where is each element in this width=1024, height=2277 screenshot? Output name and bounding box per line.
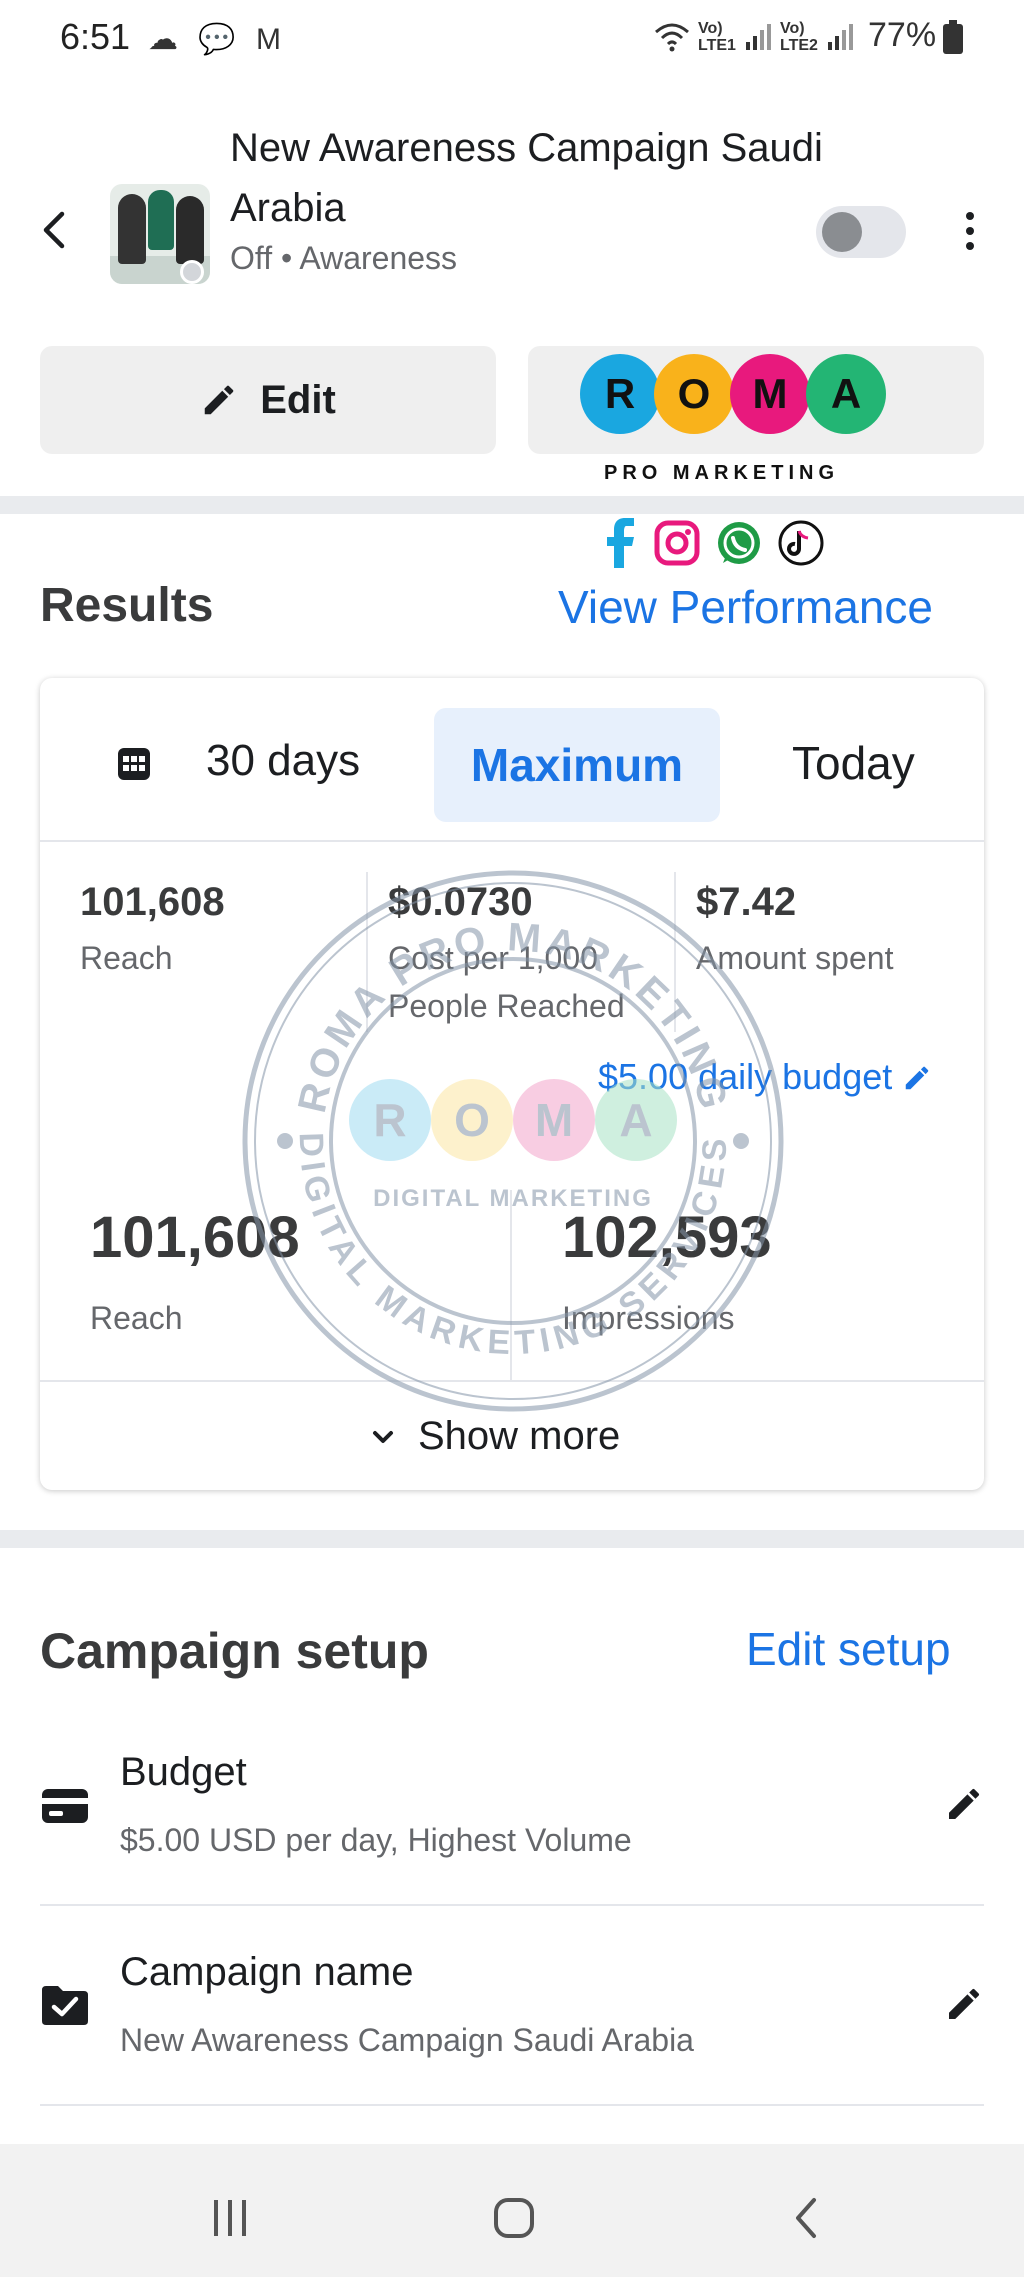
metric-reach-label: Reach — [80, 940, 173, 976]
calendar-grid-icon[interactable] — [114, 744, 154, 784]
signal-icon-1 — [744, 22, 774, 57]
campaign-setup-title: Campaign setup — [40, 1623, 429, 1679]
big-reach-label: Reach — [90, 1300, 183, 1336]
battery-percent: 77% — [868, 16, 937, 54]
tiktok-icon — [776, 516, 826, 570]
big-reach-value: 101,608 — [90, 1205, 300, 1270]
segment-30-days[interactable]: 30 days — [206, 736, 360, 786]
pencil-icon — [204, 385, 234, 415]
notification-icons: ☁ 💬 M — [148, 23, 288, 56]
section-divider — [0, 1530, 1024, 1548]
card-divider — [40, 1380, 984, 1382]
metric-divider — [366, 872, 368, 1032]
battery-icon — [942, 20, 964, 59]
facebook-icon — [596, 516, 646, 570]
edit-campaign-name-pencil-icon[interactable] — [944, 1984, 984, 2024]
logo-letter-a: A — [806, 354, 886, 434]
network-label-2: Vo) LTE2 — [780, 20, 818, 54]
edit-button[interactable]: Edit — [40, 346, 496, 454]
view-performance-link[interactable]: View Performance — [558, 580, 933, 634]
show-more-button[interactable]: Show more — [370, 1414, 620, 1459]
campaign-subtitle: Off • Awareness — [230, 240, 458, 276]
network-label-1: Vo) LTE1 — [698, 20, 736, 54]
results-title: Results — [40, 579, 214, 632]
folder-check-icon — [40, 1980, 90, 2030]
edit-setup-link[interactable]: Edit setup — [746, 1622, 951, 1676]
home-icon[interactable] — [492, 2196, 536, 2245]
back-button[interactable] — [38, 208, 72, 252]
credit-card-icon — [40, 1780, 90, 1830]
instagram-icon — [652, 516, 702, 570]
daily-budget-link[interactable]: $5.00 daily budget — [598, 1056, 932, 1098]
row-divider — [40, 2104, 984, 2106]
edit-budget-pencil-icon[interactable] — [944, 1784, 984, 1824]
chevron-left-icon — [43, 211, 65, 249]
segment-maximum[interactable]: Maximum — [434, 708, 720, 822]
metric-spent-value: $7.42 — [696, 880, 797, 924]
row-divider — [40, 1904, 984, 1906]
campaign-status: Off — [230, 240, 273, 276]
chevron-down-icon — [373, 1430, 393, 1443]
metric-cpm-value: $0.0730 — [388, 880, 533, 924]
segment-today[interactable]: Today — [792, 736, 915, 790]
card-divider — [40, 840, 984, 842]
more-options-icon[interactable] — [958, 208, 982, 256]
logo-letter-r: R — [580, 354, 660, 434]
campaign-title: New Awareness Campaign Saudi Arabia — [230, 126, 823, 230]
section-divider — [0, 496, 1024, 514]
metric-spent-label: Amount spent — [696, 940, 894, 976]
recent-apps-icon[interactable] — [208, 2196, 252, 2245]
logo-letter-o: O — [654, 354, 734, 434]
big-metric-divider — [510, 1190, 512, 1380]
daily-budget-text: $5.00 daily budget — [598, 1056, 893, 1097]
toggle-knob — [822, 212, 862, 252]
status-bar: 6:51 ☁ 💬 M Vo) LTE1 Vo) LTE2 77% — [0, 0, 1024, 80]
whatsapp-icon — [714, 516, 764, 570]
wifi-icon — [654, 22, 690, 57]
signal-icon-2 — [826, 22, 856, 57]
big-impressions-label: Impressions — [562, 1300, 735, 1336]
edit-button-label: Edit — [260, 377, 336, 422]
status-dot — [180, 260, 204, 284]
campaign-objective: Awareness — [299, 240, 458, 276]
metric-cpm-label: Cost per 1,000 People Reached — [388, 940, 625, 1024]
metric-reach-value: 101,608 — [80, 880, 225, 924]
pencil-icon — [906, 1066, 929, 1090]
logo-tagline: PRO MARKETING — [604, 462, 839, 484]
big-impressions-value: 102,593 — [562, 1205, 772, 1270]
show-more-label: Show more — [418, 1414, 621, 1458]
campaign-name-row-title: Campaign name — [120, 1950, 414, 1994]
system-back-icon[interactable] — [786, 2196, 830, 2245]
logo-letter-m: M — [730, 354, 810, 434]
budget-row-subtitle: $5.00 USD per day, Highest Volume — [120, 1822, 632, 1858]
budget-row-title: Budget — [120, 1750, 247, 1794]
campaign-name-row-subtitle: New Awareness Campaign Saudi Arabia — [120, 2022, 694, 2058]
metric-divider — [674, 872, 676, 1032]
status-time: 6:51 — [60, 16, 131, 57]
